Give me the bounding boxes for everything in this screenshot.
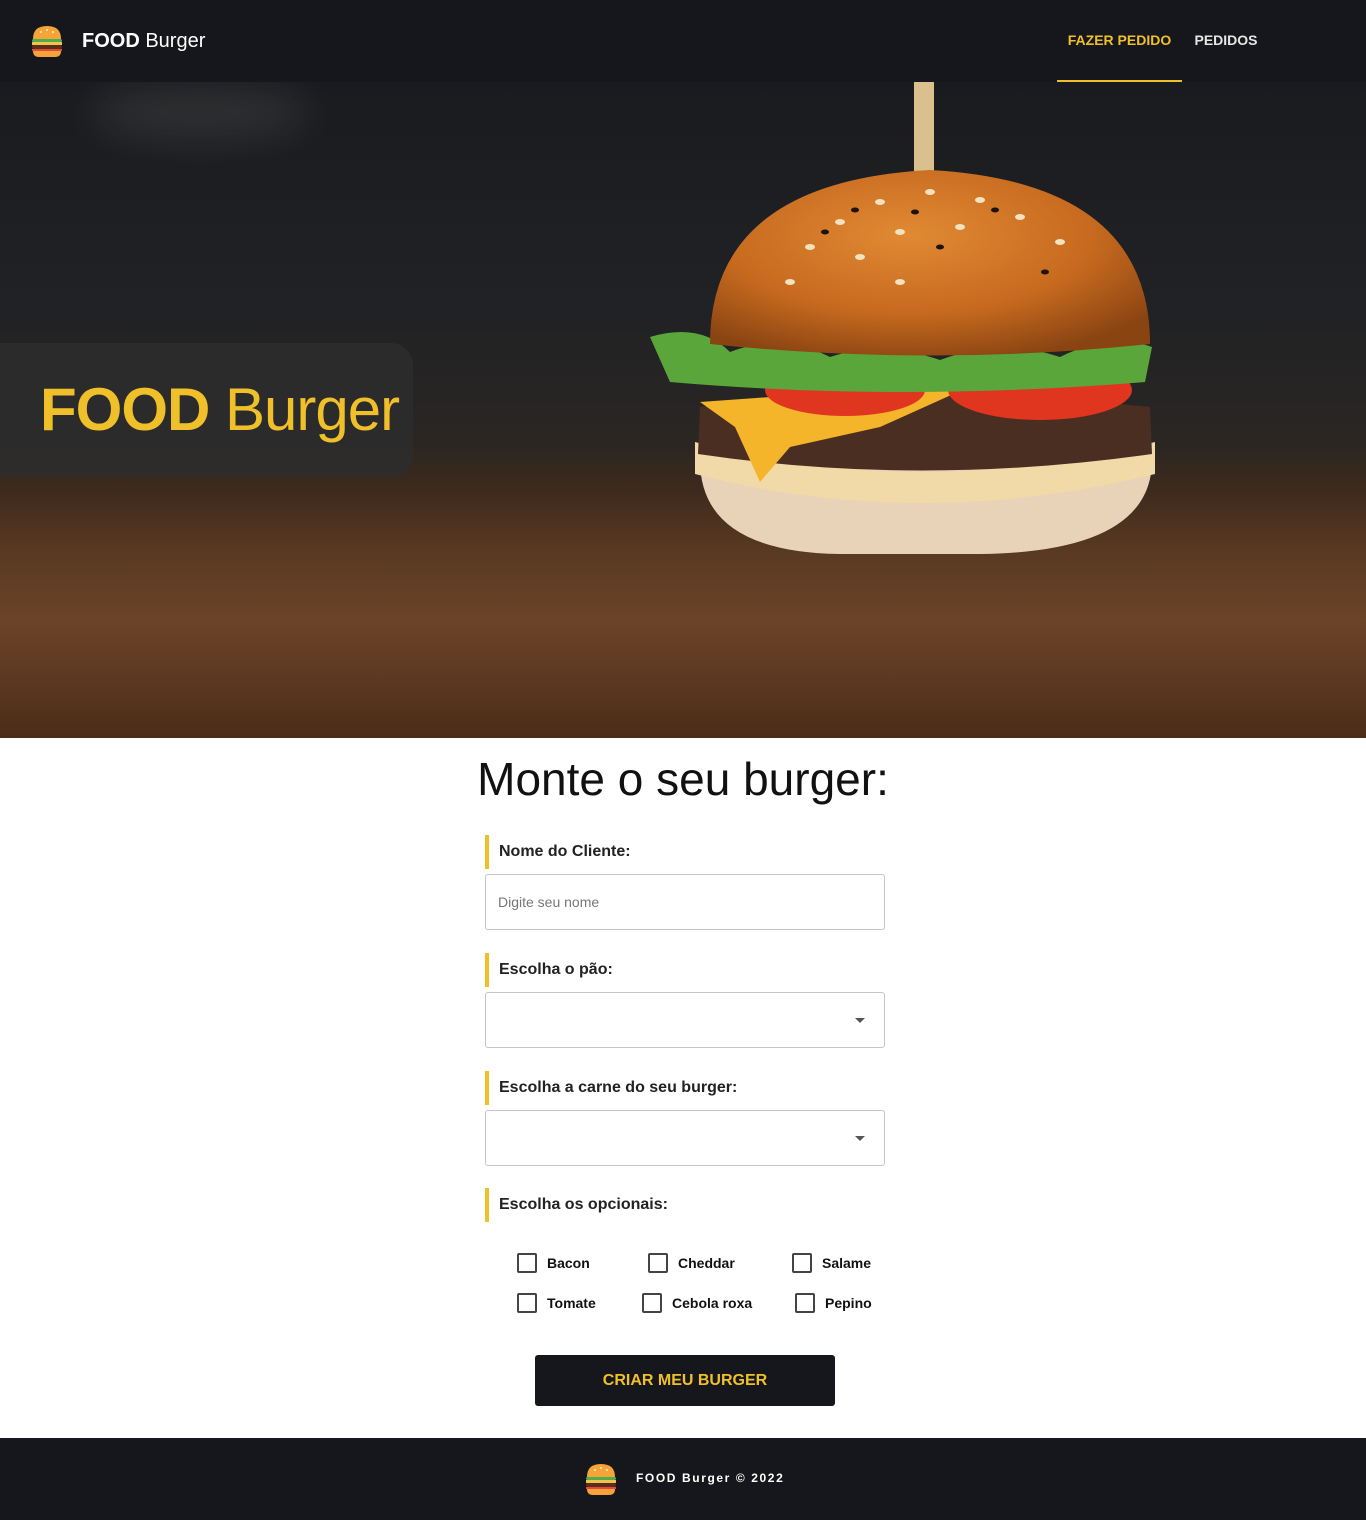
brand[interactable]: FOOD Burger (30, 22, 205, 60)
checkbox[interactable] (517, 1293, 537, 1313)
form-title: Monte o seu burger: (477, 753, 889, 805)
top-navbar: FOOD Burger FAZER PEDIDO PEDIDOS (0, 0, 1366, 82)
hero-light-blur (90, 82, 310, 142)
hero-title-badge: FOOD Burger (0, 343, 413, 477)
checkbox[interactable] (795, 1293, 815, 1313)
checkbox[interactable] (517, 1253, 537, 1273)
optional-label: Cebola roxa (672, 1295, 753, 1311)
hero-title: FOOD Burger (40, 376, 400, 443)
meat-select[interactable] (485, 1110, 885, 1166)
checkbox[interactable] (642, 1293, 662, 1313)
nav-link-pedidos[interactable]: PEDIDOS (1182, 0, 1270, 82)
optional-tomate[interactable]: Tomate (517, 1292, 596, 1314)
optional-label: Pepino (825, 1295, 872, 1311)
name-input-wrapper (485, 874, 885, 930)
bread-label: Escolha o pão: (485, 953, 613, 987)
checkbox[interactable] (648, 1253, 668, 1273)
brand-name: FOOD Burger (82, 30, 206, 52)
optional-cheddar[interactable]: Cheddar (648, 1252, 735, 1274)
optionals-label: Escolha os opcionais: (485, 1188, 668, 1222)
optional-label: Salame (822, 1255, 872, 1271)
nav-link-fazer-pedido[interactable]: FAZER PEDIDO (1057, 0, 1182, 82)
create-burger-button[interactable]: CRIAR MEU BURGER (535, 1355, 835, 1406)
hero-banner: FOOD Burger (0, 82, 1366, 738)
burger-logo-icon (586, 1464, 616, 1495)
name-input[interactable] (486, 875, 884, 929)
optional-label: Tomate (547, 1295, 596, 1311)
bread-select[interactable] (485, 992, 885, 1048)
dropdown-caret-icon (855, 1018, 865, 1023)
optional-bacon[interactable]: Bacon (517, 1252, 590, 1274)
optional-salame[interactable]: Salame (792, 1252, 871, 1274)
burger-logo-icon (32, 26, 62, 57)
checkbox[interactable] (792, 1253, 812, 1273)
optional-label: Bacon (547, 1255, 590, 1271)
optional-label: Cheddar (678, 1255, 735, 1271)
optional-pepino[interactable]: Pepino (795, 1292, 872, 1314)
name-label: Nome do Cliente: (485, 835, 631, 869)
optional-cebola-roxa[interactable]: Cebola roxa (642, 1292, 752, 1314)
dropdown-caret-icon (855, 1136, 865, 1141)
burger-photo (650, 82, 1155, 554)
meat-label: Escolha a carne do seu burger: (485, 1071, 737, 1105)
footer-copyright: FOOD Burger © 2022 (636, 1471, 785, 1485)
footer: FOOD Burger © 2022 (0, 1438, 1366, 1520)
